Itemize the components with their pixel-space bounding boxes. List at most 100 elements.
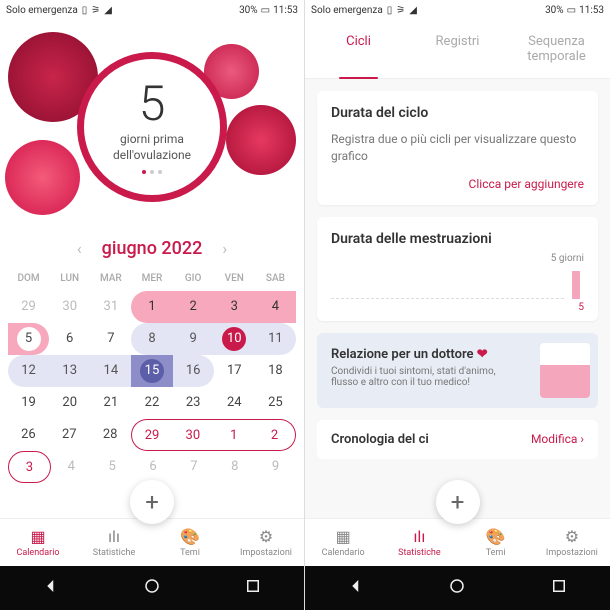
day-cell[interactable]: 15 [131,355,172,387]
add-button[interactable]: + [436,480,480,524]
day-cell[interactable]: 14 [90,355,131,387]
sim-icon: ▯ [387,5,393,16]
clock: 11:53 [273,5,298,16]
home-button[interactable] [143,577,161,599]
day-cell[interactable]: 17 [214,355,255,387]
day-cell[interactable]: 21 [90,387,131,419]
calendar-icon: ▦ [336,527,351,546]
chart-label: 5 giorni [551,253,584,264]
day-cell[interactable]: 16 [173,355,214,387]
weekday: GIO [173,267,214,291]
wifi-icon: ⚞ [91,5,100,16]
palette-icon: 🎨 [180,527,200,546]
day-cell-predicted[interactable]: 29 [131,419,173,451]
day-cell[interactable]: 2 [173,291,214,323]
day-cell[interactable]: 22 [131,387,172,419]
flower-decor [5,140,80,215]
nav-calendar[interactable]: ▦Calendario [305,519,381,566]
weekday: MER [131,267,172,291]
weekday: LUN [49,267,90,291]
day-cell[interactable]: 29 [8,291,49,323]
day-cell[interactable]: 30 [49,291,90,323]
day-cell[interactable]: 24 [214,387,255,419]
day-cell[interactable]: 9 [173,323,214,355]
weekday: MAR [90,267,131,291]
day-cell[interactable]: 8 [131,323,172,355]
day-cell[interactable]: 13 [49,355,90,387]
weekday: SAB [255,267,296,291]
day-cell-predicted[interactable]: 30 [172,419,213,451]
prev-month-icon[interactable]: ‹ [77,239,82,258]
day-cell[interactable]: 26 [8,419,49,451]
chart-value: 5 [578,302,584,313]
recent-button[interactable] [550,577,568,599]
edit-link[interactable]: Modifica › [531,432,584,447]
day-cell[interactable]: 11 [255,323,296,355]
add-button[interactable]: + [130,480,174,524]
add-link[interactable]: Clicca per aggiungere [331,177,584,191]
day-cell[interactable]: 1 [131,291,172,323]
day-cell[interactable]: 27 [49,419,90,451]
back-button[interactable] [347,577,365,599]
carrier-label: Solo emergenza [311,5,383,16]
day-cell[interactable]: 9 [255,451,296,483]
day-cell[interactable]: 5 [92,451,133,483]
day-cell[interactable]: 12 [8,355,49,387]
day-cell[interactable]: 23 [173,387,214,419]
back-button[interactable] [42,577,60,599]
nav-settings[interactable]: ⚙Impostazioni [228,519,304,566]
day-cell[interactable]: 19 [8,387,49,419]
nav-stats[interactable]: ılıStatistiche [381,519,457,566]
month-label[interactable]: giugno 2022 [102,238,203,259]
day-cell-ovulation[interactable]: 10 [214,323,255,355]
day-cell-predicted[interactable]: 2 [254,419,296,451]
next-month-icon[interactable]: › [222,239,227,258]
day-cell-predicted[interactable]: 3 [8,451,51,483]
palette-icon: 🎨 [486,527,506,546]
nav-settings[interactable]: ⚙Impostazioni [534,519,610,566]
flower-decor [226,105,296,175]
day-cell[interactable]: 6 [49,323,90,355]
status-bar: Solo emergenza▯⚞◢ 30%▭11:53 [305,0,610,20]
day-cell[interactable]: 8 [214,451,255,483]
tab-cicli[interactable]: Cicli [309,20,408,78]
day-cell[interactable]: 28 [90,419,131,451]
nav-themes[interactable]: 🎨Temi [152,519,228,566]
doctor-illustration [540,343,590,398]
doctor-report-card[interactable]: Relazione per un dottore ❤ Condividi i t… [317,333,598,408]
recent-button[interactable] [244,577,262,599]
tab-sequenza[interactable]: Sequenza temporale [507,20,606,78]
tab-registri[interactable]: Registri [408,20,507,78]
day-cell[interactable]: 31 [90,291,131,323]
calendar-screen: Solo emergenza▯⚞◢ 30%▭11:53 5 giorni pri… [0,0,305,610]
chart-baseline [331,298,564,299]
day-cell[interactable]: 4 [51,451,92,483]
nav-stats[interactable]: ılıStatistiche [76,519,152,566]
battery-pct: 30% [545,5,564,16]
day-cell[interactable]: 3 [214,291,255,323]
stats-icon: ılı [413,527,425,546]
clock: 11:53 [579,5,604,16]
day-cell[interactable]: 18 [255,355,296,387]
weekday: VEN [214,267,255,291]
day-cell[interactable]: 20 [49,387,90,419]
day-cell[interactable]: 4 [255,291,296,323]
signal-icon: ◢ [104,5,112,16]
ovulation-countdown[interactable]: 5 giorni primadell'ovulazione [77,52,227,202]
stats-content[interactable]: Durata del ciclo Registra due o più cicl… [305,79,610,529]
day-cell[interactable]: 7 [90,323,131,355]
nav-calendar[interactable]: ▦Calendario [0,519,76,566]
bottom-nav: ▦Calendario ılıStatistiche 🎨Temi ⚙Impost… [305,518,610,566]
card-title: Durata del ciclo [331,105,584,121]
android-nav-bar [0,566,304,610]
day-cell-today[interactable]: 5 [8,323,49,355]
day-cell[interactable]: 6 [133,451,174,483]
battery-icon: ▭ [567,5,576,16]
day-cell[interactable]: 25 [255,387,296,419]
hero-flowers: 5 giorni primadell'ovulazione [0,20,304,230]
day-cell[interactable]: 7 [173,451,214,483]
bar-chart: 5 giorni 5 [331,257,584,307]
home-button[interactable] [448,577,466,599]
day-cell-predicted[interactable]: 1 [213,419,254,451]
nav-themes[interactable]: 🎨Temi [458,519,534,566]
